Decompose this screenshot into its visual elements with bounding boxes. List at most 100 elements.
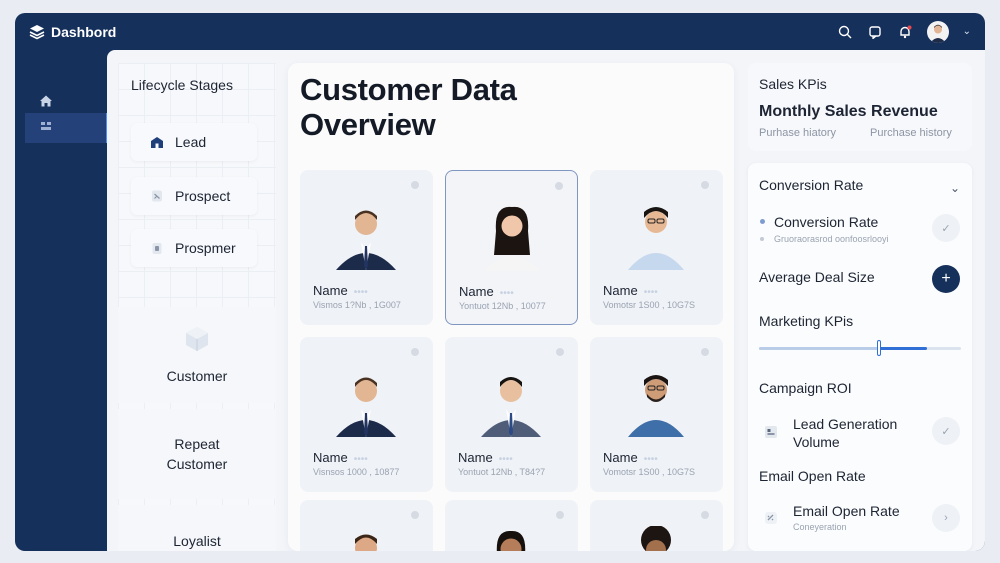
customer-meta: Vomotsr 1S00 , 10G7S [603, 300, 696, 310]
stage-label: Loyalist [173, 533, 221, 549]
link-icon [759, 506, 783, 530]
customer-card[interactable]: Name •••• Vomotsr 1S00 , 10G7S [590, 337, 723, 492]
rail-dashboard[interactable] [25, 113, 109, 143]
customer-card[interactable]: Name •••• Vomotsr 1S00 , 10G7S [590, 170, 723, 325]
purchase-history-col2: Purchase history [870, 127, 952, 139]
status-dot [556, 511, 564, 519]
chevron-down-icon[interactable]: ⌄ [963, 26, 971, 37]
stage-customer[interactable]: Customer [118, 307, 276, 403]
app-frame: Dashbord ⌄ Lifecycle Stages Lead Prospec… [15, 13, 985, 551]
customer-photo [484, 206, 540, 271]
bullet-icon [760, 237, 764, 241]
average-deal-size: Average Deal Size [759, 269, 875, 285]
stage-prospmer[interactable]: Prospmer [131, 229, 257, 267]
document-icon [149, 188, 165, 204]
marketing-kpis: Marketing KPis [759, 313, 854, 329]
stage-label: Prospmer [175, 240, 236, 256]
customer-card-selected[interactable]: Name •••• Yontuot 12Nb , 10077 [445, 170, 578, 325]
customer-photo [628, 207, 684, 270]
check-button[interactable]: ✓ [932, 214, 960, 242]
status-dot [411, 181, 419, 189]
status-dot [701, 181, 709, 189]
icon-rail [15, 50, 109, 551]
slider-handle[interactable] [877, 340, 881, 356]
customer-photo [641, 526, 671, 551]
email-open-rate-header: Email Open Rate [759, 468, 866, 484]
status-dot [555, 182, 563, 190]
messages-icon[interactable] [867, 24, 883, 40]
stage-label: Customer [166, 367, 228, 384]
email-open-rate-item: Email Open Rate [793, 503, 900, 519]
bell-icon[interactable] [897, 24, 913, 40]
conversion-rate-item: Conversion Rate [774, 214, 879, 230]
customer-name-label: Name [313, 283, 348, 298]
customer-photo [355, 534, 377, 551]
status-dot [556, 348, 564, 356]
customer-name-label: Name [603, 283, 638, 298]
customer-name-label: Name [458, 450, 493, 465]
top-bar: Dashbord ⌄ [15, 13, 985, 50]
customer-overview-panel: Customer Data Overview Name •••• Vismos 1… [288, 63, 734, 551]
stage-loyalist[interactable]: Loyalist [118, 505, 276, 551]
stage-lead[interactable]: Lead [131, 123, 257, 161]
stage-repeat-customer[interactable]: Repeat Customer [118, 409, 276, 499]
user-avatar[interactable] [926, 20, 949, 43]
title-line2: Overview [300, 107, 436, 142]
chevron-down-icon[interactable]: ⌄ [950, 181, 960, 195]
brand-title: Dashbord [51, 23, 117, 40]
customer-meta: Vismos 1?Nb , 1G007 [313, 300, 401, 310]
conversion-rate-sub: Gruoraorasrod oonfoosrlooyi [774, 234, 889, 244]
status-dot [701, 511, 709, 519]
report-icon [759, 420, 783, 444]
status-dot [701, 348, 709, 356]
marketing-slider[interactable] [759, 340, 961, 356]
customer-meta: Vomotsr 1S00 , 10G7S [603, 467, 696, 477]
bullet-icon [760, 219, 765, 224]
sales-kpis-title: Sales KPis [759, 76, 827, 92]
customer-photo [481, 377, 541, 437]
purchase-history-col1: Purhase hiatory [759, 127, 837, 139]
building-icon [149, 134, 165, 150]
customer-card[interactable]: Name •••• Yontuot 12Nb , T84?7 [445, 337, 578, 492]
customer-card[interactable]: Name •••• Visnsos 1000 , 10877 [300, 337, 433, 492]
layers-logo-icon [29, 24, 45, 40]
chevron-button[interactable]: › [932, 504, 960, 532]
customer-card[interactable] [445, 500, 578, 551]
status-dot [411, 511, 419, 519]
stage-label-line1: Repeat [174, 436, 220, 452]
lifecycle-panel: Lifecycle Stages Lead Prospect Prospmer [118, 63, 276, 551]
lead-generation-volume: Lead Generation Volume [793, 415, 897, 451]
conversion-rate-header[interactable]: Conversion Rate [759, 177, 863, 193]
stage-label: Lead [175, 134, 207, 150]
sales-kpis-card: Sales KPis Monthly Sales Revenue Purhase… [748, 63, 972, 151]
customer-card[interactable] [300, 500, 433, 551]
customer-name-label: Name [603, 450, 638, 465]
customer-name-label: Name [459, 284, 494, 299]
stage-label-line2: Customer [166, 456, 228, 472]
stage-label: Prospect [175, 188, 231, 204]
customer-photo [628, 375, 684, 437]
customer-meta: Yontuot 12Nb , 10077 [459, 301, 546, 311]
lead-generation-line1: Lead Generation [793, 416, 898, 432]
customer-meta: Yontuot 12Nb , T84?7 [458, 467, 546, 477]
lead-generation-line2: Volume [793, 434, 840, 450]
customer-photo [336, 377, 396, 437]
customer-photo [336, 210, 396, 270]
customer-meta: Visnsos 1000 , 10877 [313, 467, 400, 477]
search-icon[interactable] [837, 24, 853, 40]
check-button[interactable]: ✓ [932, 417, 960, 445]
brand[interactable]: Dashbord [29, 24, 116, 40]
customer-photo [496, 530, 526, 551]
status-dot [411, 348, 419, 356]
cube-icon [184, 325, 210, 358]
kpi-panel: Conversion Rate ⌄ Conversion Rate Gruora… [748, 163, 972, 551]
content-area: Lifecycle Stages Lead Prospect Prospmer [107, 50, 985, 551]
campaign-roi: Campaign ROI [759, 380, 852, 396]
customer-card[interactable]: Name •••• Vismos 1?Nb , 1G007 [300, 170, 433, 325]
dashboard-icon [39, 119, 53, 138]
customer-card[interactable] [590, 500, 723, 551]
stage-prospect[interactable]: Prospect [131, 177, 257, 215]
customer-name-label: Name [313, 450, 348, 465]
add-button[interactable]: + [932, 265, 960, 293]
monthly-sales-revenue: Monthly Sales Revenue [759, 103, 938, 120]
